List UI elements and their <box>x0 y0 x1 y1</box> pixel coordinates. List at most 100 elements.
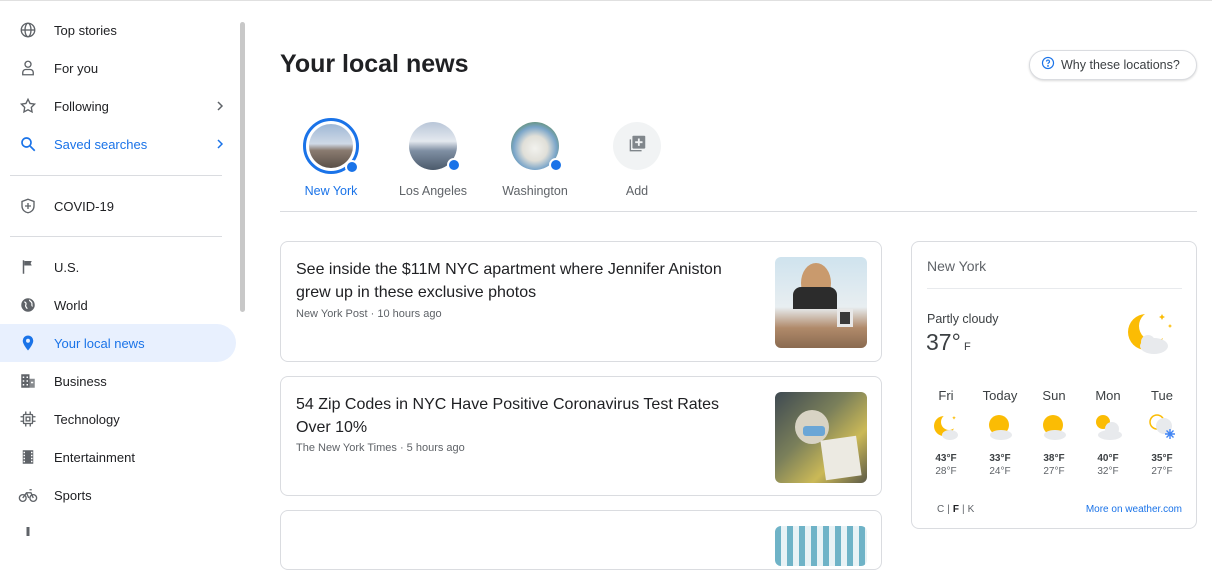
article-card[interactable]: See inside the $11M NYC apartment where … <box>280 241 882 362</box>
weather-temp-unit: F <box>964 341 971 353</box>
chevron-right-icon <box>212 136 228 152</box>
top-border <box>0 0 1212 1</box>
flag-icon <box>18 257 38 277</box>
building-icon <box>18 371 38 391</box>
chevron-right-icon <box>212 98 228 114</box>
forecast-high: 38°F <box>1043 453 1065 464</box>
article-meta: New York Post · 10 hours ago <box>296 308 442 320</box>
forecast-day-name: Sun <box>1042 388 1066 403</box>
page-title: Your local news <box>280 50 469 78</box>
forecast-high: 35°F <box>1151 453 1173 464</box>
snow-icon <box>1146 411 1178 443</box>
sidebar-item-top-stories[interactable]: Top stories <box>0 11 236 49</box>
location-pin-icon <box>447 158 461 172</box>
location-washington[interactable]: Washington <box>485 118 585 198</box>
sidebar-item-label: World <box>54 297 88 313</box>
moon-cloud-icon <box>930 411 962 443</box>
location-label: Los Angeles <box>398 184 468 198</box>
sidebar-item-partial[interactable] <box>0 514 236 552</box>
sidebar-item-label: COVID-19 <box>54 198 114 214</box>
why-these-locations-label: Why these locations? <box>1061 58 1180 72</box>
forecast-low: 32°F <box>1097 466 1119 477</box>
sidebar-item-sports[interactable]: Sports <box>0 476 236 514</box>
sun-cloud-icon <box>1038 411 1070 443</box>
sidebar-item-label: Following <box>54 98 109 114</box>
sidebar-item-covid-19[interactable]: COVID-19 <box>0 187 236 225</box>
section-divider <box>280 211 1197 212</box>
location-washington-avatar <box>511 122 563 172</box>
forecast-day-name: Tue <box>1151 388 1173 403</box>
location-pin-icon <box>345 160 359 174</box>
add-location-button <box>613 122 661 170</box>
forecast-low: 28°F <box>935 466 957 477</box>
star-icon <box>18 96 38 116</box>
forecast-day-name: Today <box>982 388 1018 403</box>
world-icon <box>18 295 38 315</box>
sidebar-item-business[interactable]: Business <box>0 362 236 400</box>
weather-city: New York <box>927 258 987 274</box>
forecast-day: Today 33°F 24°F <box>974 388 1026 477</box>
forecast-day: Fri 43°F 28°F <box>920 388 972 477</box>
shield-icon <box>18 196 38 216</box>
article-source[interactable]: New York Post <box>296 308 368 320</box>
location-label: New York <box>304 184 358 198</box>
sidebar-item-technology[interactable]: Technology <box>0 400 236 438</box>
weather-condition: Partly cloudy <box>927 312 999 326</box>
person-icon <box>18 58 38 78</box>
article-time: 5 hours ago <box>406 442 465 454</box>
add-icon <box>626 133 648 160</box>
location-pin-icon <box>18 333 38 353</box>
unit-kelvin[interactable]: K <box>968 504 975 515</box>
sidebar-item-your-local-news[interactable]: Your local news <box>0 324 236 362</box>
sidebar-item-following[interactable]: Following <box>0 87 236 125</box>
forecast-high: 40°F <box>1097 453 1119 464</box>
sidebar-item-label: Saved searches <box>54 136 148 152</box>
sidebar-item-entertainment[interactable]: Entertainment <box>0 438 236 476</box>
article-thumbnail[interactable] <box>775 392 867 483</box>
sidebar-divider <box>10 236 222 237</box>
unit-fahrenheit[interactable]: F <box>953 504 959 515</box>
temperature-unit-switcher: C | F | K <box>937 504 975 515</box>
sidebar-item-label: U.S. <box>54 259 80 275</box>
location-pin-icon <box>549 158 563 172</box>
sidebar-item-label: For you <box>54 60 99 76</box>
film-icon <box>18 447 38 467</box>
location-los-angeles[interactable]: Los Angeles <box>383 118 483 198</box>
article-headline[interactable]: 54 Zip Codes in NYC Have Positive Corona… <box>296 393 756 439</box>
location-new-york-avatar <box>303 118 359 174</box>
more-on-weather-link[interactable]: More on weather.com <box>1086 504 1182 515</box>
article-source[interactable]: The New York Times <box>296 442 397 454</box>
trophy-icon <box>18 523 38 543</box>
article-card-partial[interactable] <box>280 510 882 570</box>
article-headline[interactable]: See inside the $11M NYC apartment where … <box>296 258 756 304</box>
cloudy-icon <box>1092 411 1124 443</box>
sidebar-scrollbar[interactable] <box>240 22 245 312</box>
weather-card: New York Partly cloudy 37° F Fri 43°F 28… <box>911 241 1197 529</box>
why-these-locations-button[interactable]: Why these locations? <box>1029 50 1197 80</box>
globe-icon <box>18 20 38 40</box>
location-add[interactable]: Add <box>587 118 687 198</box>
forecast-low: 24°F <box>989 466 1011 477</box>
location-los-angeles-avatar <box>409 122 461 172</box>
location-new-york[interactable]: New York <box>281 118 381 198</box>
meta-separator: · <box>399 442 407 454</box>
weather-divider <box>927 288 1182 289</box>
chip-icon <box>18 409 38 429</box>
forecast-day: Sun 38°F 27°F <box>1028 388 1080 477</box>
sidebar-item-label: Top stories <box>54 22 117 38</box>
sidebar-item-us[interactable]: U.S. <box>0 248 236 286</box>
article-thumbnail[interactable] <box>775 526 867 566</box>
forecast-day: Mon 40°F 32°F <box>1082 388 1134 477</box>
article-thumbnail[interactable] <box>775 257 867 348</box>
bike-icon <box>18 485 38 505</box>
location-label: Washington <box>502 184 568 198</box>
forecast-low: 27°F <box>1043 466 1065 477</box>
search-icon <box>18 134 38 154</box>
article-card[interactable]: 54 Zip Codes in NYC Have Positive Corona… <box>280 376 882 496</box>
sidebar-item-label: Sports <box>54 487 92 503</box>
sidebar-item-world[interactable]: World <box>0 286 236 324</box>
sidebar-item-saved-searches[interactable]: Saved searches <box>0 125 236 163</box>
sidebar-item-for-you[interactable]: For you <box>0 49 236 87</box>
unit-celsius[interactable]: C <box>937 504 944 515</box>
forecast-day-name: Mon <box>1095 388 1121 403</box>
